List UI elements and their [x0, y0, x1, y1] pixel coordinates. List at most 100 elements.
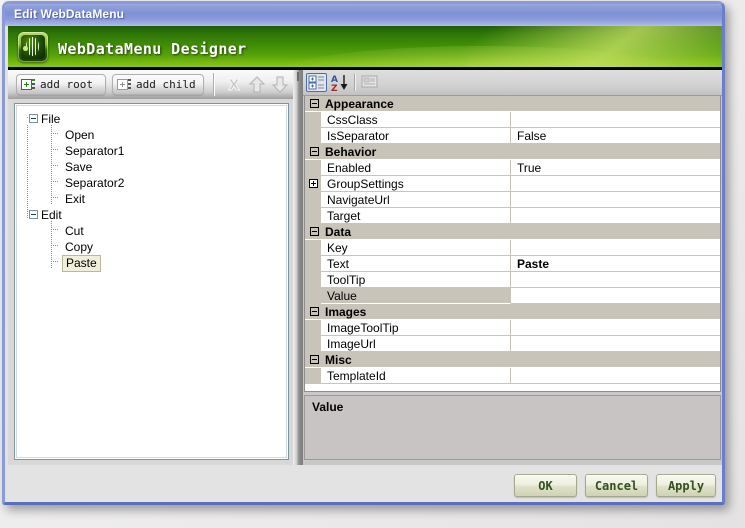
property-name-cell[interactable]: ImageUrl	[321, 336, 511, 352]
tree-node[interactable]: Copy	[23, 239, 286, 255]
tree-node[interactable]: Edit	[23, 207, 286, 223]
property-row[interactable]: Target	[305, 208, 720, 224]
tree-node[interactable]: Open	[23, 127, 286, 143]
property-value-cell[interactable]	[511, 368, 720, 384]
property-value-cell[interactable]: False	[511, 128, 720, 144]
alphabetical-sort-icon[interactable]: A Z	[330, 73, 351, 92]
property-category-row[interactable]: Misc	[305, 352, 720, 368]
tree-node-label: Exit	[65, 192, 85, 206]
property-row[interactable]: Value	[305, 288, 720, 304]
property-name-cell[interactable]: Target	[321, 208, 511, 224]
window-title: Edit WebDataMenu	[14, 7, 124, 21]
tree-node[interactable]: Separator1	[23, 143, 286, 159]
dialog-body: add root add child X	[8, 70, 722, 502]
property-category-row[interactable]: Images	[305, 304, 720, 320]
property-name-cell[interactable]: CssClass	[321, 112, 511, 128]
svg-text:Z: Z	[331, 84, 338, 92]
property-row[interactable]: ToolTip	[305, 272, 720, 288]
apply-button[interactable]: Apply	[656, 474, 716, 497]
category-collapse-icon[interactable]	[310, 227, 319, 236]
property-pages-icon	[360, 73, 381, 92]
delete-x-icon[interactable]: X	[224, 75, 244, 94]
category-collapse-icon[interactable]	[310, 99, 319, 108]
property-row[interactable]: ImageToolTip	[305, 320, 720, 336]
property-category-row[interactable]: Behavior	[305, 144, 720, 160]
property-value-cell[interactable]	[511, 336, 720, 352]
property-row[interactable]: EnabledTrue	[305, 160, 720, 176]
property-name-cell[interactable]: Value	[321, 288, 511, 304]
tree-node[interactable]: Exit	[23, 191, 286, 207]
property-row[interactable]: TemplateId	[305, 368, 720, 384]
property-value-cell[interactable]	[511, 208, 720, 224]
property-value-cell[interactable]	[511, 176, 720, 192]
property-value-cell[interactable]	[511, 272, 720, 288]
banner-title: WebDataMenu Designer	[58, 40, 247, 58]
property-name-cell[interactable]: GroupSettings	[321, 176, 511, 192]
property-value-cell[interactable]	[511, 112, 720, 128]
edit-webdatamenu-dialog: Edit WebDataMenu WebDataMenu Designer	[2, 1, 725, 505]
property-category-label: Appearance	[325, 97, 394, 111]
desktop-background: Edit WebDataMenu WebDataMenu Designer	[0, 0, 745, 528]
property-name-cell[interactable]: TemplateId	[321, 368, 511, 384]
property-category-row[interactable]: Data	[305, 224, 720, 240]
property-name-cell[interactable]: Enabled	[321, 160, 511, 176]
arrow-up-icon[interactable]	[247, 75, 267, 94]
property-row[interactable]: GroupSettings	[305, 176, 720, 192]
tree-node-label: Edit	[41, 208, 62, 222]
property-value-cell[interactable]	[511, 240, 720, 256]
tree-node-list: FileOpenSeparator1SaveSeparator2ExitEdit…	[23, 111, 286, 271]
pane-splitter[interactable]	[293, 70, 303, 465]
arrow-down-icon[interactable]	[270, 75, 290, 94]
tree-collapse-icon[interactable]	[29, 114, 38, 123]
property-row[interactable]: NavigateUrl	[305, 192, 720, 208]
add-root-button[interactable]: add root	[16, 74, 106, 95]
tree-collapse-icon[interactable]	[29, 210, 38, 219]
menu-tree-content: FileOpenSeparator1SaveSeparator2ExitEdit…	[16, 105, 287, 458]
add-child-node-icon	[117, 78, 132, 91]
webdatamenu-logo-icon	[18, 32, 48, 62]
property-row[interactable]: IsSeparatorFalse	[305, 128, 720, 144]
tree-node-label: File	[41, 112, 60, 126]
property-row[interactable]: TextPaste	[305, 256, 720, 272]
tree-node[interactable]: Save	[23, 159, 286, 175]
property-toolbar-divider	[354, 74, 356, 91]
apply-label: Apply	[668, 479, 704, 493]
property-category-label: Behavior	[325, 145, 376, 159]
tree-node[interactable]: File	[23, 111, 286, 127]
categorized-view-icon[interactable]	[306, 73, 327, 92]
property-category-row[interactable]: Appearance	[305, 96, 720, 112]
property-row[interactable]: CssClass	[305, 112, 720, 128]
dialog-footer: OK Cancel Apply	[8, 465, 722, 502]
property-description-panel: Value	[304, 395, 721, 460]
tree-node[interactable]: Separator2	[23, 175, 286, 191]
window-titlebar[interactable]: Edit WebDataMenu	[5, 4, 722, 26]
category-collapse-icon[interactable]	[310, 147, 319, 156]
add-root-label: add root	[40, 78, 93, 91]
ok-label: OK	[538, 479, 552, 493]
property-name-cell[interactable]: ToolTip	[321, 272, 511, 288]
property-value-cell[interactable]: True	[511, 160, 720, 176]
property-row[interactable]: ImageUrl	[305, 336, 720, 352]
property-value-cell[interactable]: Paste	[511, 256, 720, 272]
property-name-cell[interactable]: IsSeparator	[321, 128, 511, 144]
property-value-cell[interactable]	[511, 320, 720, 336]
add-child-button[interactable]: add child	[112, 74, 204, 95]
property-expand-icon[interactable]	[309, 179, 318, 188]
property-value-cell[interactable]	[511, 288, 720, 304]
property-name-cell[interactable]: Key	[321, 240, 511, 256]
property-row[interactable]: Key	[305, 240, 720, 256]
category-collapse-icon[interactable]	[310, 355, 319, 364]
category-collapse-icon[interactable]	[310, 307, 319, 316]
ok-button[interactable]: OK	[514, 474, 577, 497]
tree-node[interactable]: Cut	[23, 223, 286, 239]
tree-node[interactable]: Paste	[23, 255, 286, 271]
menu-tree-view[interactable]: FileOpenSeparator1SaveSeparator2ExitEdit…	[14, 103, 289, 460]
property-value-cell[interactable]	[511, 192, 720, 208]
tree-node-label: Cut	[65, 224, 84, 238]
property-name-cell[interactable]: NavigateUrl	[321, 192, 511, 208]
cancel-label: Cancel	[595, 479, 638, 493]
property-grid[interactable]: AppearanceCssClassIsSeparatorFalseBehavi…	[304, 96, 721, 392]
property-name-cell[interactable]: ImageToolTip	[321, 320, 511, 336]
cancel-button[interactable]: Cancel	[585, 474, 648, 497]
property-name-cell[interactable]: Text	[321, 256, 511, 272]
